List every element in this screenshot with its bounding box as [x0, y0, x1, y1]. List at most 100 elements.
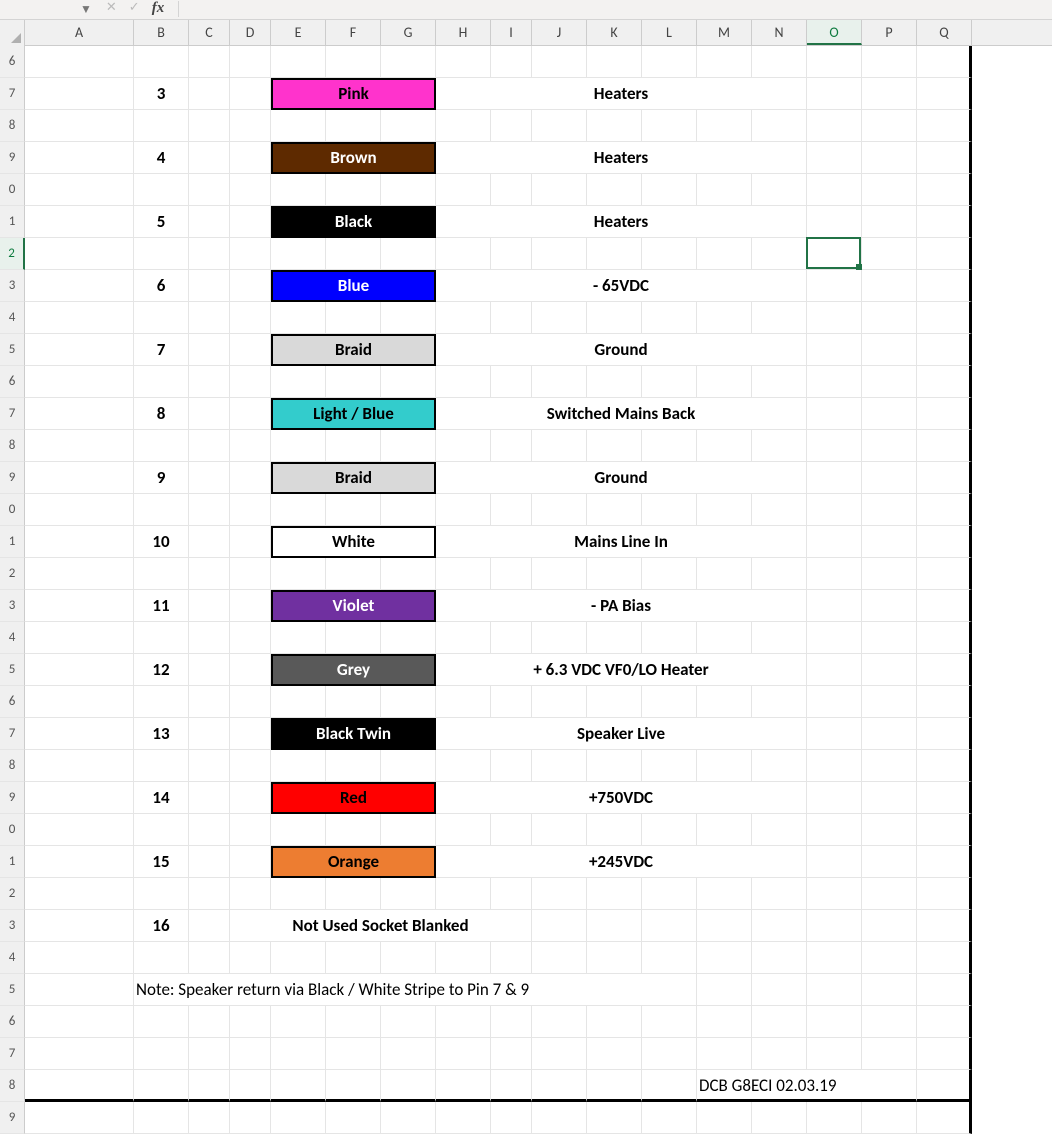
cell[interactable]	[807, 174, 862, 206]
cell[interactable]	[230, 270, 271, 302]
cell[interactable]	[134, 1070, 189, 1102]
cell[interactable]	[642, 1102, 697, 1134]
cell[interactable]	[917, 430, 972, 462]
row-header[interactable]: 7	[0, 1038, 25, 1070]
wire-description[interactable]: Speaker Live	[436, 718, 807, 750]
pin-number[interactable]: 14	[134, 782, 189, 814]
cell[interactable]	[862, 1102, 917, 1134]
cell[interactable]	[807, 526, 862, 558]
wire-color-box[interactable]: Violet	[271, 590, 436, 622]
cell[interactable]	[381, 686, 436, 718]
cell[interactable]	[271, 878, 326, 910]
cell[interactable]	[326, 814, 381, 846]
cell[interactable]	[230, 78, 271, 110]
cell[interactable]	[189, 270, 230, 302]
cell[interactable]	[862, 430, 917, 462]
cell[interactable]	[326, 366, 381, 398]
cell[interactable]	[491, 750, 532, 782]
cell[interactable]	[189, 302, 230, 334]
cell[interactable]	[491, 686, 532, 718]
cell[interactable]	[491, 1102, 532, 1134]
cell[interactable]	[917, 334, 972, 366]
footer-text[interactable]: DCB G8ECI 02.03.19	[697, 1070, 917, 1102]
cell[interactable]	[807, 1038, 862, 1070]
cell[interactable]	[25, 1070, 134, 1102]
wire-color-box[interactable]: Orange	[271, 846, 436, 878]
cell[interactable]	[752, 1038, 807, 1070]
cell[interactable]	[807, 558, 862, 590]
cell[interactable]	[25, 1006, 134, 1038]
col-header-B[interactable]: B	[134, 20, 189, 45]
cell[interactable]	[381, 1038, 436, 1070]
cell[interactable]	[381, 814, 436, 846]
cell[interactable]	[862, 974, 917, 1006]
cell[interactable]	[642, 1038, 697, 1070]
cell[interactable]	[271, 494, 326, 526]
cell[interactable]	[917, 142, 972, 174]
cell[interactable]	[436, 750, 491, 782]
row-header[interactable]: 0	[0, 174, 25, 206]
cell[interactable]	[917, 622, 972, 654]
cell[interactable]	[189, 686, 230, 718]
pin-number[interactable]: 7	[134, 334, 189, 366]
cell[interactable]	[642, 622, 697, 654]
cell[interactable]	[807, 846, 862, 878]
cell[interactable]	[917, 78, 972, 110]
cell[interactable]	[807, 270, 862, 302]
row-header[interactable]: 4	[0, 622, 25, 654]
cell[interactable]	[532, 366, 587, 398]
cell[interactable]	[25, 334, 134, 366]
cell[interactable]	[807, 110, 862, 142]
cell[interactable]	[642, 174, 697, 206]
wire-description[interactable]: +245VDC	[436, 846, 807, 878]
cell[interactable]	[862, 622, 917, 654]
cell[interactable]	[587, 910, 642, 942]
name-box-dropdown-icon[interactable]: ▼	[80, 2, 92, 17]
cell[interactable]	[326, 1070, 381, 1102]
cell[interactable]	[917, 590, 972, 622]
cell[interactable]	[230, 750, 271, 782]
cell[interactable]	[436, 878, 491, 910]
cell[interactable]	[189, 110, 230, 142]
formula-input[interactable]	[178, 1, 1046, 17]
wire-description[interactable]: Heaters	[436, 142, 807, 174]
cell[interactable]	[25, 846, 134, 878]
cell[interactable]	[862, 270, 917, 302]
cell[interactable]	[862, 942, 917, 974]
cell[interactable]	[436, 366, 491, 398]
cell[interactable]	[134, 238, 189, 270]
cell[interactable]	[189, 1038, 230, 1070]
cell[interactable]	[189, 494, 230, 526]
row-header[interactable]: 1	[0, 206, 25, 238]
cell[interactable]	[230, 526, 271, 558]
cell[interactable]	[381, 942, 436, 974]
cell[interactable]	[25, 654, 134, 686]
cell[interactable]	[532, 238, 587, 270]
cell[interactable]	[230, 398, 271, 430]
col-header-A[interactable]: A	[25, 20, 134, 45]
cell[interactable]	[189, 846, 230, 878]
cell[interactable]	[532, 1038, 587, 1070]
cell[interactable]	[491, 558, 532, 590]
cell[interactable]	[862, 334, 917, 366]
cell[interactable]	[862, 654, 917, 686]
cell[interactable]	[491, 238, 532, 270]
cell[interactable]	[807, 238, 862, 270]
cell[interactable]	[381, 1006, 436, 1038]
col-header-H[interactable]: H	[436, 20, 491, 45]
wire-description[interactable]: Heaters	[436, 78, 807, 110]
cell[interactable]	[134, 558, 189, 590]
cell[interactable]	[134, 46, 189, 78]
cell[interactable]	[189, 942, 230, 974]
wire-color-box[interactable]: Grey	[271, 654, 436, 686]
cell[interactable]	[752, 494, 807, 526]
cell[interactable]	[697, 1006, 752, 1038]
cell[interactable]	[134, 1038, 189, 1070]
cell[interactable]	[917, 558, 972, 590]
cell[interactable]	[381, 1102, 436, 1134]
cell[interactable]	[230, 1038, 271, 1070]
cell[interactable]	[862, 110, 917, 142]
col-header-M[interactable]: M	[697, 20, 752, 45]
col-header-Q[interactable]: Q	[917, 20, 972, 45]
cell[interactable]	[862, 750, 917, 782]
